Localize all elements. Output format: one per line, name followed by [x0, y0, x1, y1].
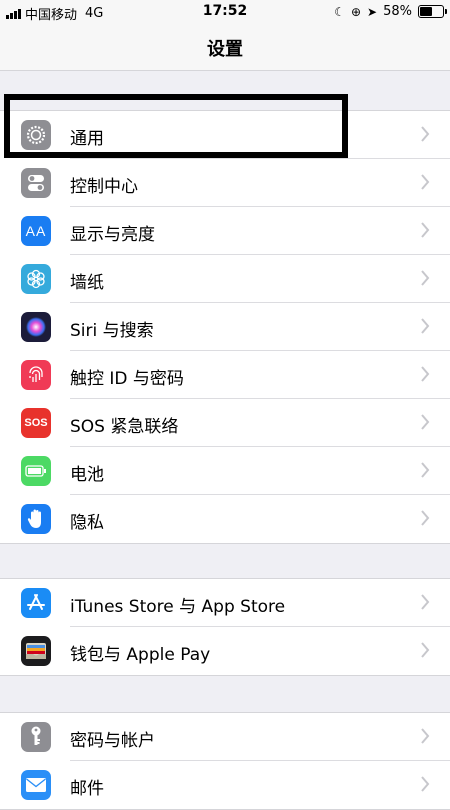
chevron-right-icon	[421, 642, 430, 658]
settings-group-1: 通用 控制中心 AA 显示与亮度 墙纸 Siri 与搜索 触控 ID 与密码 S…	[0, 110, 450, 544]
chevron-right-icon	[421, 222, 430, 238]
moon-icon: ☾	[334, 4, 345, 19]
row-label: 显示与亮度	[70, 225, 155, 245]
settings-group-2: iTunes Store 与 App Store 钱包与 Apple Pay	[0, 578, 450, 676]
hand-icon	[21, 504, 51, 534]
settings-row-control-center[interactable]: 控制中心	[0, 159, 450, 207]
chevron-right-icon	[421, 270, 430, 286]
battery-icon	[21, 456, 51, 486]
chevron-right-icon	[421, 462, 430, 478]
fingerprint-icon	[21, 360, 51, 390]
toggle-switches-icon	[21, 168, 51, 198]
settings-row-general[interactable]: 通用	[0, 111, 450, 159]
chevron-right-icon	[421, 366, 430, 382]
row-label: 邮件	[70, 779, 104, 799]
siri-icon	[21, 312, 51, 342]
row-label: 隐私	[70, 513, 104, 533]
chevron-right-icon	[421, 414, 430, 430]
settings-group-3: 密码与帐户 邮件	[0, 712, 450, 810]
chevron-right-icon	[421, 126, 430, 142]
row-label: 控制中心	[70, 177, 138, 197]
location-arrow-icon: ➤	[367, 4, 378, 19]
settings-row-privacy[interactable]: 隐私	[0, 495, 450, 543]
row-label: 密码与帐户	[70, 731, 155, 751]
status-bar: 中国移动 4G 17:52 ☾ ⊕ ➤ 58%	[0, 0, 450, 24]
chevron-right-icon	[421, 174, 430, 190]
battery-percent: 58%	[383, 4, 412, 19]
settings-row-itunes-app-store[interactable]: iTunes Store 与 App Store	[0, 579, 450, 627]
settings-row-wallpaper[interactable]: 墙纸	[0, 255, 450, 303]
row-label: SOS 紧急联络	[70, 417, 179, 437]
settings-row-wallet-apple-pay[interactable]: 钱包与 Apple Pay	[0, 627, 450, 675]
chevron-right-icon	[421, 510, 430, 526]
chevron-right-icon	[421, 594, 430, 610]
sos-icon: SOS	[21, 408, 51, 438]
row-label: 通用	[70, 129, 104, 149]
key-icon	[21, 722, 51, 752]
settings-row-emergency-sos[interactable]: SOS SOS 紧急联络	[0, 399, 450, 447]
settings-row-battery[interactable]: 电池	[0, 447, 450, 495]
row-label: 电池	[70, 465, 104, 485]
settings-row-passwords-accounts[interactable]: 密码与帐户	[0, 713, 450, 761]
flower-icon	[21, 264, 51, 294]
wallet-icon	[21, 636, 51, 666]
rotation-lock-icon: ⊕	[350, 4, 362, 19]
navigation-bar: 设置	[0, 24, 450, 71]
row-label: 钱包与 Apple Pay	[70, 645, 211, 665]
battery-icon	[418, 5, 447, 18]
chevron-right-icon	[421, 776, 430, 792]
settings-row-touch-id-passcode[interactable]: 触控 ID 与密码	[0, 351, 450, 399]
row-label: Siri 与搜索	[70, 321, 154, 341]
mail-icon	[21, 770, 51, 800]
page-title: 设置	[207, 39, 243, 60]
row-label: iTunes Store 与 App Store	[70, 597, 286, 617]
settings-row-siri-search[interactable]: Siri 与搜索	[0, 303, 450, 351]
settings-row-mail[interactable]: 邮件	[0, 761, 450, 809]
row-label: 触控 ID 与密码	[70, 369, 184, 389]
settings-row-display-brightness[interactable]: AA 显示与亮度	[0, 207, 450, 255]
chevron-right-icon	[421, 318, 430, 334]
text-size-icon: AA	[21, 216, 51, 246]
app-store-icon	[21, 588, 51, 618]
chevron-right-icon	[421, 728, 430, 744]
gear-icon	[21, 120, 51, 150]
row-label: 墙纸	[70, 273, 104, 293]
